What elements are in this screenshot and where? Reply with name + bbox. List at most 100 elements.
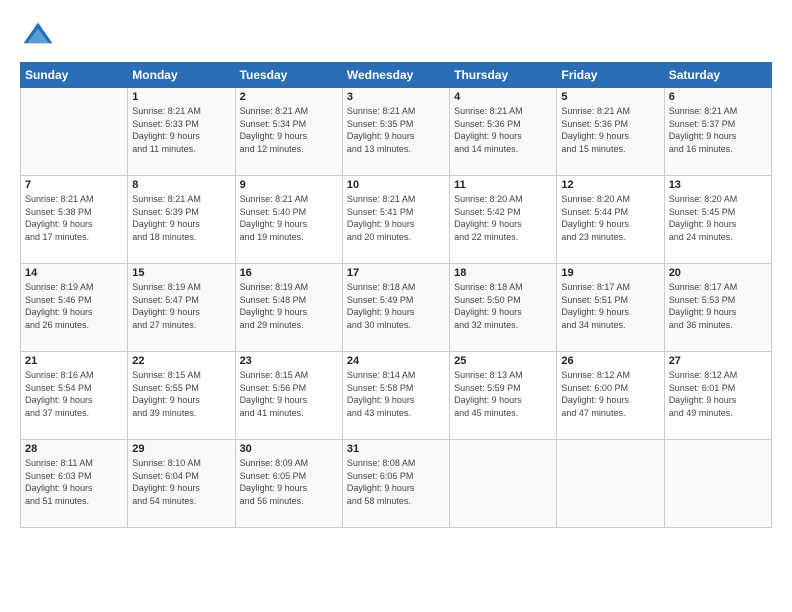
header bbox=[20, 18, 772, 54]
day-number: 30 bbox=[240, 443, 338, 455]
day-number: 13 bbox=[669, 179, 767, 191]
day-info: Sunrise: 8:10 AMSunset: 6:04 PMDaylight:… bbox=[132, 457, 230, 507]
day-number: 27 bbox=[669, 355, 767, 367]
day-info: Sunrise: 8:19 AMSunset: 5:46 PMDaylight:… bbox=[25, 281, 123, 331]
week-row-1: 1Sunrise: 8:21 AMSunset: 5:33 PMDaylight… bbox=[21, 88, 772, 176]
day-number: 26 bbox=[561, 355, 659, 367]
day-number: 2 bbox=[240, 91, 338, 103]
day-number: 28 bbox=[25, 443, 123, 455]
day-number: 19 bbox=[561, 267, 659, 279]
day-info: Sunrise: 8:20 AMSunset: 5:44 PMDaylight:… bbox=[561, 193, 659, 243]
week-row-3: 14 Sunrise: 8:19 AMSunset: 5:46 PMDayligh… bbox=[21, 264, 772, 352]
day-info: Sunrise: 8:11 AMSunset: 6:03 PMDaylight:… bbox=[25, 457, 123, 507]
header-row: SundayMondayTuesdayWednesdayThursdayFrid… bbox=[21, 63, 772, 88]
calendar-cell: 4Sunrise: 8:21 AMSunset: 5:36 PMDaylight… bbox=[450, 88, 557, 176]
day-info: Sunrise: 8:17 AMSunset: 5:51 PMDaylight:… bbox=[561, 281, 659, 331]
day-info: Sunrise: 8:21 AMSunset: 5:38 PMDaylight:… bbox=[25, 193, 123, 243]
page: SundayMondayTuesdayWednesdayThursdayFrid… bbox=[0, 0, 792, 612]
day-info: Sunrise: 8:21 AMSunset: 5:37 PMDaylight:… bbox=[669, 105, 767, 155]
day-number: 10 bbox=[347, 179, 445, 191]
day-info: Sunrise: 8:19 AMSunset: 5:47 PMDaylight:… bbox=[132, 281, 230, 331]
day-number: 12 bbox=[561, 179, 659, 191]
week-row-2: 7 Sunrise: 8:21 AMSunset: 5:38 PMDaylight… bbox=[21, 176, 772, 264]
day-info: Sunrise: 8:21 AMSunset: 5:39 PMDaylight:… bbox=[132, 193, 230, 243]
calendar-cell: 2 Sunrise: 8:21 AMSunset: 5:34 PMDaylight… bbox=[235, 88, 342, 176]
day-number: 15 bbox=[132, 267, 230, 279]
day-number: 6 bbox=[669, 91, 767, 103]
calendar-cell: 18 Sunrise: 8:18 AMSunset: 5:50 PMDayligh… bbox=[450, 264, 557, 352]
day-number: 7 bbox=[25, 179, 123, 191]
day-info: Sunrise: 8:16 AMSunset: 5:54 PMDaylight:… bbox=[25, 369, 123, 419]
col-header-tuesday: Tuesday bbox=[235, 63, 342, 88]
day-number: 31 bbox=[347, 443, 445, 455]
calendar-cell: 24Sunrise: 8:14 AMSunset: 5:58 PMDayligh… bbox=[342, 352, 449, 440]
calendar-cell: 23 Sunrise: 8:15 AMSunset: 5:56 PMDayligh… bbox=[235, 352, 342, 440]
calendar-cell: 5 Sunrise: 8:21 AMSunset: 5:36 PMDaylight… bbox=[557, 88, 664, 176]
day-info: Sunrise: 8:15 AMSunset: 5:55 PMDaylight:… bbox=[132, 369, 230, 419]
calendar-cell: 20Sunrise: 8:17 AMSunset: 5:53 PMDayligh… bbox=[664, 264, 771, 352]
day-number: 23 bbox=[240, 355, 338, 367]
day-info: Sunrise: 8:21 AMSunset: 5:34 PMDaylight:… bbox=[240, 105, 338, 155]
day-number: 1 bbox=[132, 91, 230, 103]
calendar-cell: 17 Sunrise: 8:18 AMSunset: 5:49 PMDayligh… bbox=[342, 264, 449, 352]
calendar-cell: 9 Sunrise: 8:21 AMSunset: 5:40 PMDaylight… bbox=[235, 176, 342, 264]
day-number: 21 bbox=[25, 355, 123, 367]
day-info: Sunrise: 8:21 AMSunset: 5:35 PMDaylight:… bbox=[347, 105, 445, 155]
day-number: 18 bbox=[454, 267, 552, 279]
day-number: 11 bbox=[454, 179, 552, 191]
day-info: Sunrise: 8:21 AMSunset: 5:40 PMDaylight:… bbox=[240, 193, 338, 243]
day-number: 22 bbox=[132, 355, 230, 367]
calendar-cell: 25Sunrise: 8:13 AMSunset: 5:59 PMDayligh… bbox=[450, 352, 557, 440]
day-info: Sunrise: 8:18 AMSunset: 5:50 PMDaylight:… bbox=[454, 281, 552, 331]
calendar-cell bbox=[557, 440, 664, 528]
col-header-monday: Monday bbox=[128, 63, 235, 88]
day-info: Sunrise: 8:21 AMSunset: 5:36 PMDaylight:… bbox=[454, 105, 552, 155]
calendar-cell: 22 Sunrise: 8:15 AMSunset: 5:55 PMDayligh… bbox=[128, 352, 235, 440]
calendar-cell: 12 Sunrise: 8:20 AMSunset: 5:44 PMDayligh… bbox=[557, 176, 664, 264]
calendar-cell: 8 Sunrise: 8:21 AMSunset: 5:39 PMDaylight… bbox=[128, 176, 235, 264]
day-info: Sunrise: 8:12 AMSunset: 6:01 PMDaylight:… bbox=[669, 369, 767, 419]
week-row-4: 21 Sunrise: 8:16 AMSunset: 5:54 PMDayligh… bbox=[21, 352, 772, 440]
day-number: 5 bbox=[561, 91, 659, 103]
week-row-5: 28 Sunrise: 8:11 AMSunset: 6:03 PMDayligh… bbox=[21, 440, 772, 528]
day-info: Sunrise: 8:15 AMSunset: 5:56 PMDaylight:… bbox=[240, 369, 338, 419]
day-number: 29 bbox=[132, 443, 230, 455]
day-info: Sunrise: 8:18 AMSunset: 5:49 PMDaylight:… bbox=[347, 281, 445, 331]
calendar-cell bbox=[450, 440, 557, 528]
day-info: Sunrise: 8:20 AMSunset: 5:42 PMDaylight:… bbox=[454, 193, 552, 243]
day-info: Sunrise: 8:14 AMSunset: 5:58 PMDaylight:… bbox=[347, 369, 445, 419]
calendar-cell: 13 Sunrise: 8:20 AMSunset: 5:45 PMDayligh… bbox=[664, 176, 771, 264]
calendar-cell: 3 Sunrise: 8:21 AMSunset: 5:35 PMDaylight… bbox=[342, 88, 449, 176]
day-number: 9 bbox=[240, 179, 338, 191]
calendar-cell: 11 Sunrise: 8:20 AMSunset: 5:42 PMDayligh… bbox=[450, 176, 557, 264]
calendar-cell: 30Sunrise: 8:09 AMSunset: 6:05 PMDayligh… bbox=[235, 440, 342, 528]
calendar-cell: 6 Sunrise: 8:21 AMSunset: 5:37 PMDaylight… bbox=[664, 88, 771, 176]
calendar-cell: 14 Sunrise: 8:19 AMSunset: 5:46 PMDayligh… bbox=[21, 264, 128, 352]
day-number: 8 bbox=[132, 179, 230, 191]
day-number: 16 bbox=[240, 267, 338, 279]
logo-icon bbox=[20, 18, 56, 54]
calendar-cell bbox=[21, 88, 128, 176]
day-info: Sunrise: 8:13 AMSunset: 5:59 PMDaylight:… bbox=[454, 369, 552, 419]
col-header-friday: Friday bbox=[557, 63, 664, 88]
calendar-cell: 7 Sunrise: 8:21 AMSunset: 5:38 PMDaylight… bbox=[21, 176, 128, 264]
day-number: 14 bbox=[25, 267, 123, 279]
calendar-table: SundayMondayTuesdayWednesdayThursdayFrid… bbox=[20, 62, 772, 528]
day-info: Sunrise: 8:20 AMSunset: 5:45 PMDaylight:… bbox=[669, 193, 767, 243]
calendar-cell: 28 Sunrise: 8:11 AMSunset: 6:03 PMDayligh… bbox=[21, 440, 128, 528]
calendar-cell: 31Sunrise: 8:08 AMSunset: 6:06 PMDayligh… bbox=[342, 440, 449, 528]
day-info: Sunrise: 8:21 AMSunset: 5:36 PMDaylight:… bbox=[561, 105, 659, 155]
day-number: 17 bbox=[347, 267, 445, 279]
calendar-cell: 16Sunrise: 8:19 AMSunset: 5:48 PMDayligh… bbox=[235, 264, 342, 352]
calendar-cell: 15 Sunrise: 8:19 AMSunset: 5:47 PMDayligh… bbox=[128, 264, 235, 352]
col-header-wednesday: Wednesday bbox=[342, 63, 449, 88]
calendar-cell: 27 Sunrise: 8:12 AMSunset: 6:01 PMDayligh… bbox=[664, 352, 771, 440]
calendar-cell: 10Sunrise: 8:21 AMSunset: 5:41 PMDayligh… bbox=[342, 176, 449, 264]
calendar-cell: 21 Sunrise: 8:16 AMSunset: 5:54 PMDayligh… bbox=[21, 352, 128, 440]
day-number: 3 bbox=[347, 91, 445, 103]
calendar-cell: 19 Sunrise: 8:17 AMSunset: 5:51 PMDayligh… bbox=[557, 264, 664, 352]
calendar-cell: 1Sunrise: 8:21 AMSunset: 5:33 PMDaylight… bbox=[128, 88, 235, 176]
col-header-thursday: Thursday bbox=[450, 63, 557, 88]
logo bbox=[20, 18, 60, 54]
day-info: Sunrise: 8:12 AMSunset: 6:00 PMDaylight:… bbox=[561, 369, 659, 419]
